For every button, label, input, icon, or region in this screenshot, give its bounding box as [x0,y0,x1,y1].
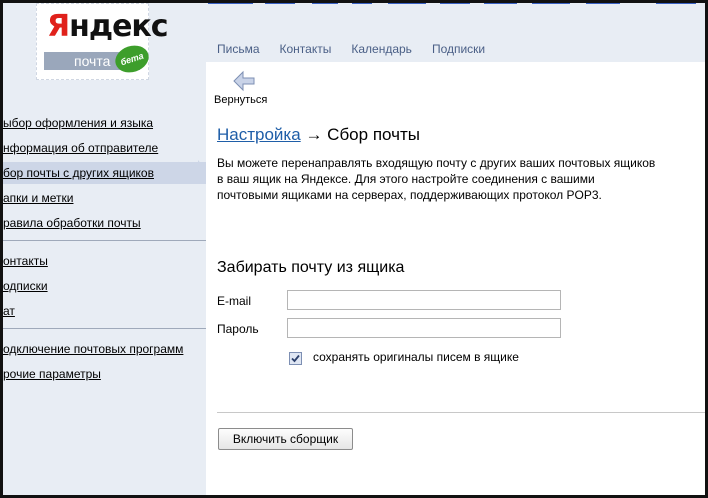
sidebar-item-label: ыбор оформления и языка [3,116,154,130]
sidebar-divider [0,328,206,329]
top-nav: Письма Контакты Календарь Подписки [217,42,505,56]
top-link-stub[interactable] [656,3,696,4]
sidebar-item[interactable]: рочие параметры [0,363,206,385]
back-link[interactable]: Вернуться [214,70,276,106]
sidebar-item[interactable]: ыбор оформления и языка [0,112,206,134]
sidebar-item-label: одключение почтовых программ [3,342,184,356]
topnav-link[interactable]: Контакты [280,42,332,56]
keep-originals-label: сохранять оригиналы писем в ящике [313,350,519,364]
form-heading: Забирать почту из ящика [217,259,405,276]
breadcrumb-current: Сбор почты [327,125,420,144]
topnav-link[interactable]: Календарь [351,42,412,56]
sidebar-item-label: ат [3,304,15,318]
sidebar-item[interactable]: бор почты с других ящиков [0,162,206,184]
main-panel: Вернуться Настройка → Сбор почты Вы може… [206,62,705,498]
top-link-stub[interactable] [352,3,372,4]
email-field[interactable] [287,290,561,310]
sidebar-item[interactable]: равила обработки почты [0,212,206,234]
back-label: Вернуться [214,94,268,106]
sidebar-item[interactable]: ат [0,300,206,322]
top-link-stub[interactable] [484,3,517,4]
top-link-stub[interactable] [312,3,338,4]
top-link-stub[interactable] [208,3,253,4]
breadcrumb-separator: → [305,125,323,144]
password-field[interactable] [287,318,561,338]
yandex-mail-logo[interactable]: Яндекс почта бета [36,3,169,80]
sidebar-item-label: равила обработки почты [3,216,141,230]
topnav-link[interactable]: Подписки [432,42,485,56]
top-link-stub[interactable] [265,3,295,4]
sidebar-item-label: рочие параметры [3,367,101,381]
logo-wordmark: Яндекс [47,9,169,44]
sidebar-item[interactable]: одписки [0,275,206,297]
sidebar-item[interactable]: нформация об отправителе [0,137,206,159]
sidebar-item-label: апки и метки [3,191,74,205]
top-link-stub[interactable] [440,3,470,4]
checkmark-icon [291,354,300,363]
sidebar-item-label: бор почты с других ящиков [3,166,154,180]
sidebar-item[interactable]: онтакты [0,250,206,272]
topnav-link[interactable]: Письма [217,42,260,56]
sidebar-item-label: одписки [3,279,48,293]
breadcrumb-settings-link[interactable]: Настройка [217,125,301,144]
page-description: Вы можете перенаправлять входящую почту … [217,156,656,202]
top-link-stub[interactable] [532,3,570,4]
sidebar-divider [0,240,206,241]
keep-originals-checkbox[interactable] [289,352,302,365]
beta-badge: бета [111,41,153,77]
email-label: E-mail [217,294,252,308]
sidebar-item-label: онтакты [3,254,48,268]
top-link-stub[interactable] [586,3,620,4]
page-title: Настройка → Сбор почты [217,125,420,145]
top-link-stub[interactable] [388,3,426,4]
back-arrow-icon [233,70,255,92]
enable-collector-button[interactable]: Включить сборщик [218,428,353,450]
sidebar-item[interactable]: апки и метки [0,187,206,209]
password-label: Пароль [217,322,259,336]
sidebar-item[interactable]: одключение почтовых программ [0,338,206,360]
sidebar-item-label: нформация об отправителе [3,141,159,155]
form-divider [217,412,705,413]
